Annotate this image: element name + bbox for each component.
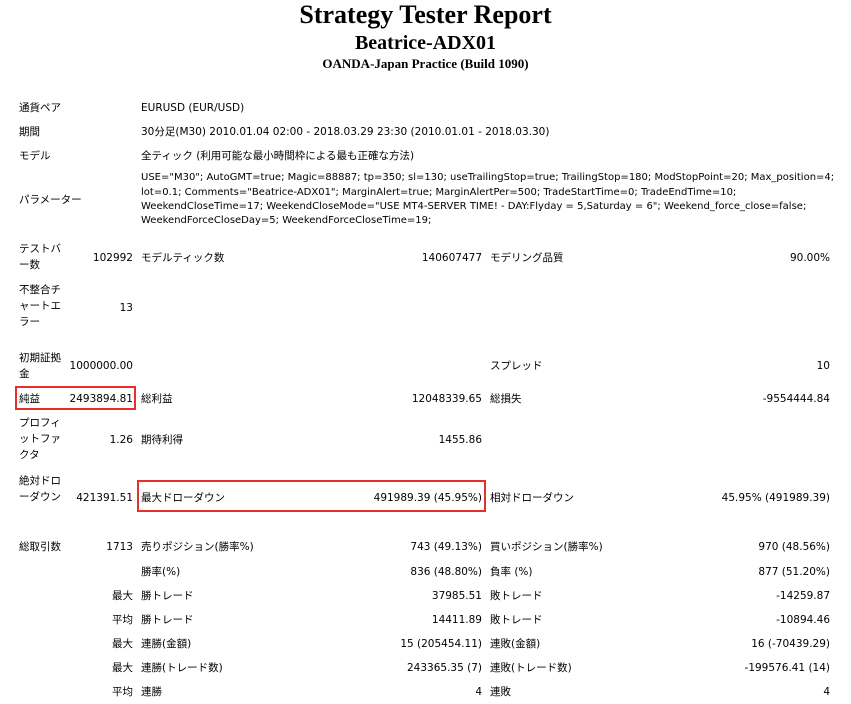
largest-win-value: 37985.51 [431,590,482,602]
avg-consec-wins-value: 4 [475,686,482,698]
deposit-value: 1000000.00 [69,360,133,372]
loss-rate-value: 877 (51.20%) [758,566,830,578]
model-value: 全ティック (利用可能な最小時間枠による最も正確な方法) [141,150,415,162]
total-trades-label: 総取引数 [19,541,61,553]
symbol-label: 通貨ペア [19,102,61,114]
quality-label: モデリング品質 [490,252,564,264]
gross-loss-value: -9554444.84 [762,393,830,405]
net-profit-value: 2493894.81 [69,393,133,405]
model-label: モデル [19,150,51,162]
short-positions-value: 743 (49.13%) [410,541,482,553]
long-positions-label: 買いポジション(勝率%) [490,541,603,553]
avg-consec-losses-label: 連敗 [490,686,511,698]
net-profit-label: 純益 [19,393,40,405]
max-consec-losses-money-label: 連敗(金額) [490,638,541,650]
ticks-value: 140607477 [421,252,482,264]
average-loss-label: 敗トレード [490,614,543,626]
row2-prefix: 平均 [112,614,133,626]
symbol-value: EURUSD (EUR/USD) [141,102,245,114]
bars-value: 102992 [92,252,133,264]
max-consec-losses-count-value: -199576.41 (14) [744,662,830,674]
expected-payoff-value: 1455.86 [438,434,482,446]
rel-drawdown-value: 45.95% (491989.39) [721,492,830,504]
bars-label: テストバー数 [19,243,61,271]
long-positions-value: 970 (48.56%) [758,541,830,553]
profit-factor-value: 1.26 [109,434,133,446]
mismatch-label: 不整合チャートエラー [19,284,61,328]
row3-prefix: 最大 [112,638,133,650]
max-drawdown-label: 最大ドローダウン [141,492,225,504]
max-consec-wins-money-label: 連勝(金額) [141,638,192,650]
max-drawdown-value: 491989.39 (45.95%) [373,492,482,504]
average-loss-value: -10894.46 [776,614,830,626]
period-label: 期間 [19,126,40,138]
spread-label: スプレッド [490,360,543,372]
max-consec-wins-count-value: 243365.35 (7) [407,662,482,674]
report-title: Strategy Tester Report [299,0,552,29]
total-trades-value: 1713 [106,541,133,553]
short-positions-label: 売りポジション(勝率%) [141,541,254,553]
largest-loss-value: -14259.87 [776,590,830,602]
rel-drawdown-label: 相対ドローダウン [490,492,574,504]
max-consec-wins-money-value: 15 (205454.11) [400,638,482,650]
max-consec-losses-money-value: 16 (-70439.29) [751,638,830,650]
win-rate-label: 勝率(%) [141,566,181,578]
abs-drawdown-label: 絶対ドローダウン [19,475,61,503]
gross-loss-label: 総損失 [490,393,522,405]
expected-payoff-label: 期待利得 [141,434,183,446]
row5-prefix: 平均 [112,686,133,698]
average-win-value: 14411.89 [431,614,482,626]
spread-value: 10 [816,360,830,372]
avg-consec-wins-label: 連勝 [141,686,162,698]
mismatch-value: 13 [119,302,133,314]
largest-loss-label: 敗トレード [490,590,543,602]
ticks-label: モデルティック数 [141,252,225,264]
params-line-1: USE="M30"; AutoGMT=true; Magic=88887; tp… [141,172,835,183]
row1-prefix: 最大 [112,590,133,602]
deposit-label: 初期証拠金 [19,352,61,380]
row4-prefix: 最大 [112,662,133,674]
quality-value: 90.00% [789,252,830,264]
largest-win-label: 勝トレード [141,590,194,602]
max-consec-losses-count-label: 連敗(トレード数) [490,662,572,674]
max-consec-wins-count-label: 連勝(トレード数) [141,662,223,674]
period-value: 30分足(M30) 2010.01.04 02:00 - 2018.03.29 … [141,126,550,138]
broker-name: OANDA-Japan Practice (Build 1090) [322,56,529,71]
avg-consec-losses-value: 4 [823,686,830,698]
profit-factor-label: プロフィットファクタ [19,417,61,461]
abs-drawdown-value: 421391.51 [76,492,133,504]
win-rate-value: 836 (48.80%) [410,566,482,578]
average-win-label: 勝トレード [141,614,194,626]
params-line-4: WeekendForceCloseDay=5; WeekendForceClos… [141,215,432,226]
params-label: パラメーター [19,194,82,206]
gross-profit-label: 総利益 [141,393,173,405]
report-subtitle: Beatrice-ADX01 [354,32,497,54]
loss-rate-label: 負率 (%) [490,566,533,578]
gross-profit-value: 12048339.65 [411,393,482,405]
